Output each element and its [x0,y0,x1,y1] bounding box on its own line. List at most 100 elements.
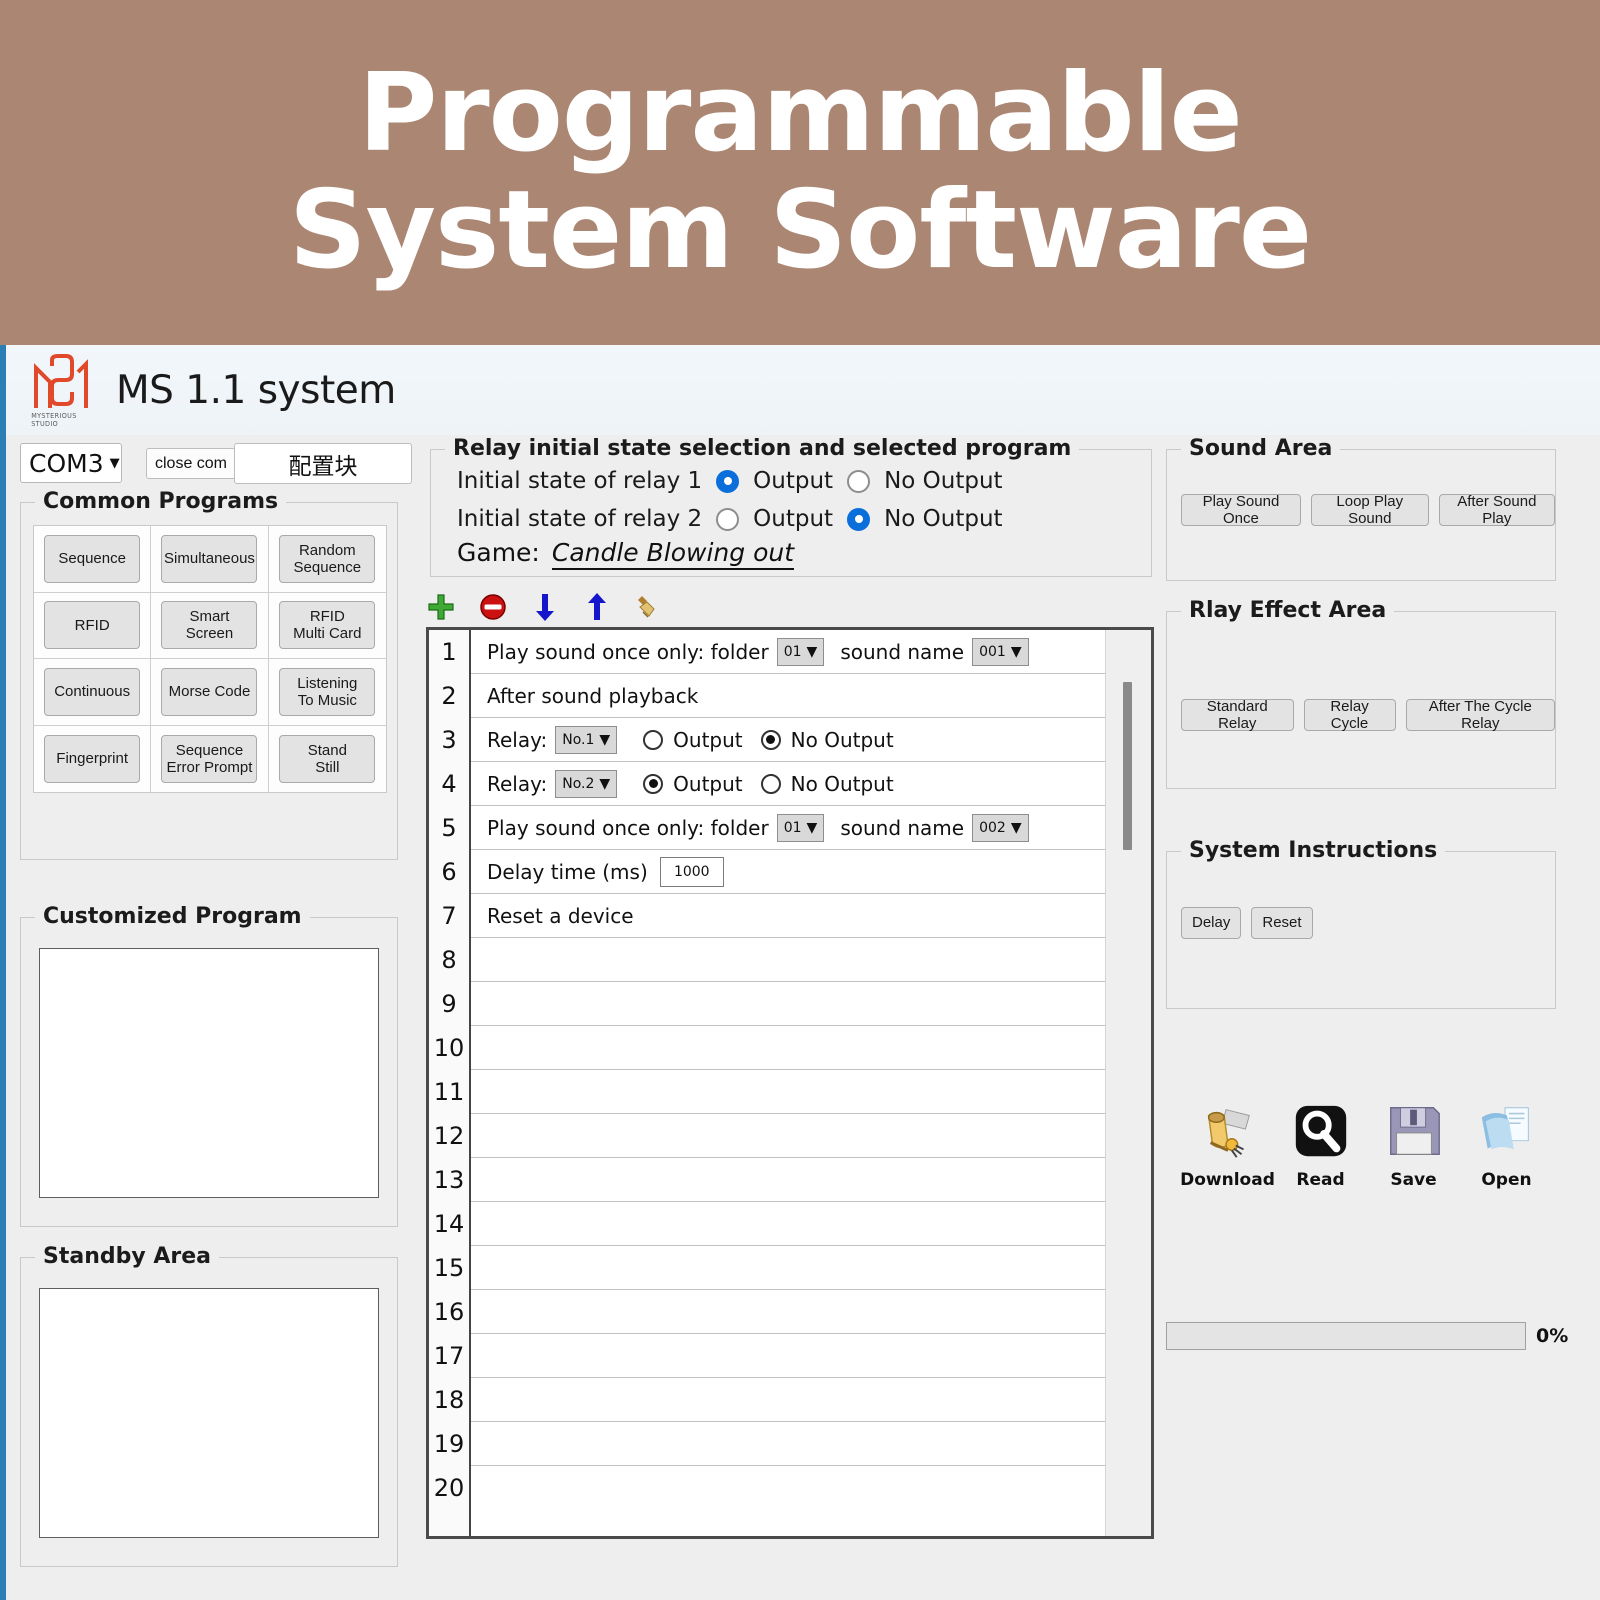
com-port-select[interactable]: COM3 ▼ [20,443,122,483]
download-action[interactable]: Download [1180,1100,1275,1190]
read-action[interactable]: Read [1274,1100,1367,1190]
relay-label: Relay: [487,771,548,796]
row-number: 17 [433,1342,465,1370]
program-row[interactable] [471,1246,1105,1290]
row-number: 6 [441,858,457,886]
common-program-button[interactable]: Fingerprint [44,734,141,783]
progress-percent-label: 0% [1536,1325,1569,1347]
clear-all-icon[interactable] [634,590,664,624]
open-action[interactable]: Open [1460,1100,1553,1190]
delay-label: Delay time (ms) [487,859,648,884]
common-program-button[interactable]: Morse Code [161,667,258,716]
common-program-button[interactable]: Listening To Music [279,667,376,716]
common-program-cell: Sequence [34,526,152,593]
program-row[interactable] [471,1026,1105,1070]
system-instructions-group: System Instructions Delay Reset [1166,838,1556,1009]
relay-effect-area-button[interactable]: After The Cycle Relay [1405,698,1555,732]
add-icon[interactable] [426,590,456,624]
program-row[interactable]: Reset a device [471,894,1105,938]
relay-no-output-label: No Output [790,771,894,796]
customized-program-legend: Customized Program [35,904,310,929]
relay-number-select-value: No.2 [562,775,595,792]
program-row[interactable] [471,1070,1105,1114]
action-icon-row: Download Read Save Open [1180,1100,1556,1190]
row-number: 5 [441,814,457,842]
config-block-button[interactable]: 配置块 [234,443,412,484]
program-row[interactable] [471,1202,1105,1246]
relay2-no-output-radio[interactable] [847,507,871,531]
game-label: Game: [457,538,540,567]
folder-select[interactable]: 01 ▼ [776,813,825,842]
common-program-button[interactable]: RFID Multi Card [279,601,376,650]
program-row[interactable]: Play sound once only: folder 01 ▼ sound nam… [471,630,1105,674]
relay-effect-area-button[interactable]: Relay Cycle [1303,698,1396,732]
common-program-button[interactable]: Smart Screen [161,601,258,650]
common-program-button[interactable]: Sequence [44,534,141,583]
program-row[interactable]: Delay time (ms) 1000 [471,850,1105,894]
relay-no-output-radio[interactable] [760,729,781,750]
sound-area-button[interactable]: Loop Play Sound [1310,493,1429,527]
relay-number-select[interactable]: No.1 ▼ [555,725,618,754]
program-row[interactable] [471,938,1105,982]
program-row[interactable] [471,1378,1105,1422]
list-scrollbar[interactable] [1105,630,1151,1536]
program-row[interactable]: Play sound once only: folder 01 ▼ sound nam… [471,806,1105,850]
program-row[interactable] [471,1422,1105,1466]
save-action[interactable]: Save [1367,1100,1460,1190]
relay-output-radio[interactable] [643,773,664,794]
delete-icon[interactable] [478,590,508,624]
program-row[interactable] [471,1466,1105,1510]
close-com-button[interactable]: close com [146,448,236,479]
folder-select-value: 01 [783,819,802,836]
common-program-cell: RFID Multi Card [268,593,386,659]
program-row[interactable] [471,982,1105,1026]
program-row[interactable] [471,1334,1105,1378]
move-down-icon[interactable] [530,590,560,624]
relay1-label: Initial state of relay 1 [457,468,703,494]
common-program-button[interactable]: RFID [44,601,141,650]
sound-name-select[interactable]: 001 ▼ [972,637,1029,666]
standby-area-pane[interactable] [39,1288,379,1538]
program-row[interactable]: After sound playback [471,674,1105,718]
program-row[interactable] [471,1290,1105,1334]
relay-no-output-radio[interactable] [760,773,781,794]
common-program-cell: Simultaneous [151,526,269,593]
sound-area-group: Sound Area Play Sound Once Loop Play Soun… [1166,436,1556,581]
common-program-button[interactable]: Stand Still [279,734,376,783]
delay-time-input[interactable]: 1000 [659,856,724,887]
common-program-button[interactable]: Simultaneous [161,534,258,583]
common-program-button[interactable]: Continuous [44,667,141,716]
relay1-no-output-radio[interactable] [847,469,871,493]
chevron-down-icon: ▼ [1010,819,1022,836]
sound-area-button[interactable]: Play Sound Once [1181,493,1301,527]
relay-output-radio[interactable] [643,729,664,750]
system-instructions-button[interactable]: Delay [1181,907,1242,939]
row-number: 2 [441,682,457,710]
move-up-icon[interactable] [582,590,612,624]
program-row[interactable] [471,1158,1105,1202]
sound-name-select[interactable]: 002 ▼ [972,813,1029,842]
relay-effect-area-button[interactable]: Standard Relay [1181,698,1294,732]
row-number: 11 [433,1078,465,1106]
download-label: Download [1180,1170,1275,1190]
customized-program-pane[interactable] [39,948,379,1198]
sound-area-button[interactable]: After Sound Play [1438,493,1555,527]
sound-name-select-value: 001 [979,643,1006,660]
folder-select[interactable]: 01 ▼ [776,637,825,666]
relay-number-select[interactable]: No.2 ▼ [555,769,618,798]
hero-banner: Programmable System Software [0,0,1600,345]
row-number: 13 [433,1166,465,1194]
program-row[interactable]: Relay: No.2 ▼ Output No Output [471,762,1105,806]
system-instructions-button[interactable]: Reset [1251,907,1313,939]
program-row[interactable]: Relay: No.1 ▼ Output No Output [471,718,1105,762]
relay2-output-radio[interactable] [716,507,740,531]
row-number: 10 [433,1034,465,1062]
sound-name-select-value: 002 [979,819,1006,836]
list-scrollbar-thumb[interactable] [1123,682,1132,850]
common-program-button[interactable]: Random Sequence [279,534,376,583]
game-value[interactable]: Candle Blowing out [551,538,795,570]
common-program-button[interactable]: Sequence Error Prompt [161,734,258,783]
relay1-output-radio[interactable] [716,469,740,493]
program-row[interactable] [471,1114,1105,1158]
logo-caption: MYSTERIOUS STUDIO [31,412,77,428]
